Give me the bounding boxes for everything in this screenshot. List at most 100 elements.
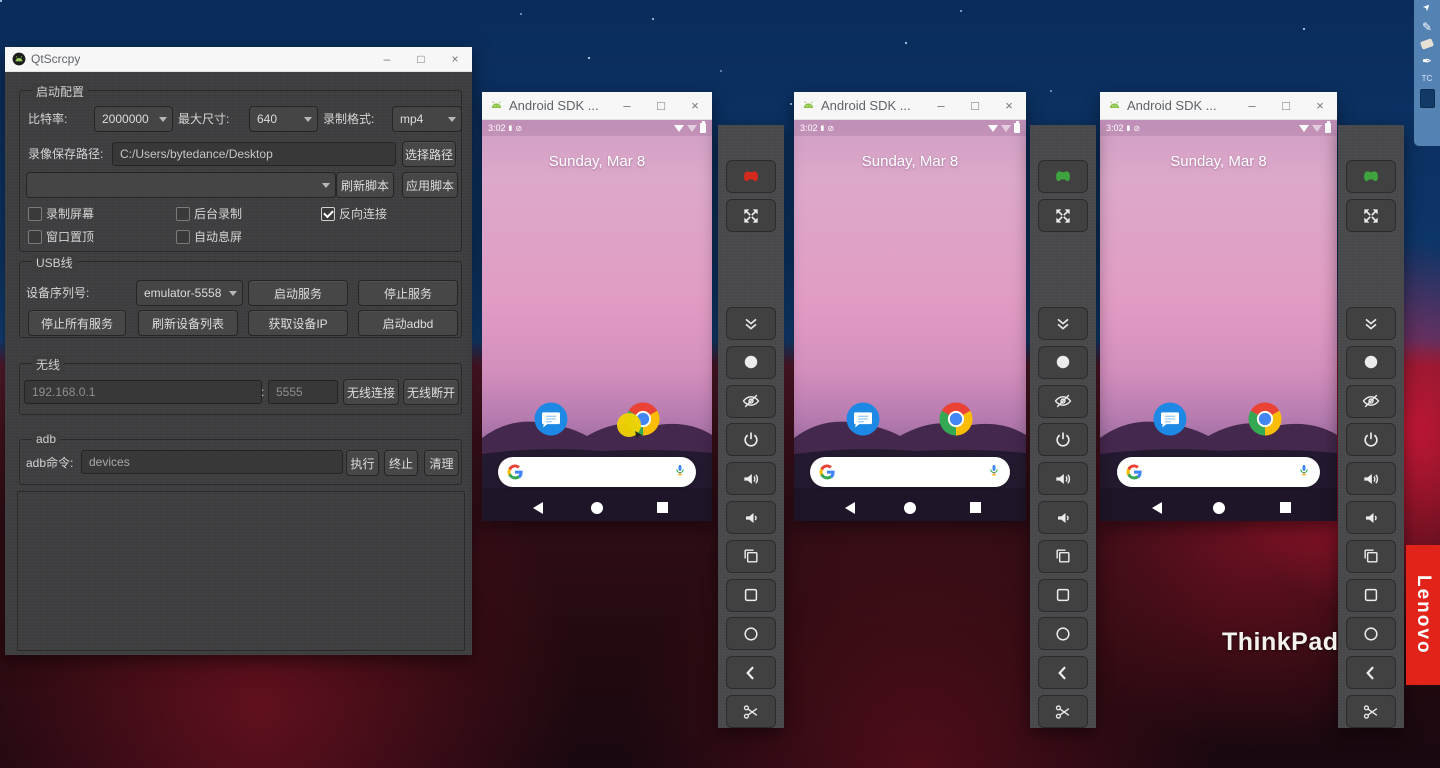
- mic-icon[interactable]: [987, 463, 1001, 482]
- recents-nav-icon[interactable]: [1280, 502, 1291, 513]
- wireless-connect-button[interactable]: 无线连接: [343, 379, 399, 405]
- volume-down-icon[interactable]: [1346, 501, 1396, 534]
- google-search-bar[interactable]: [810, 457, 1010, 487]
- touch-icon[interactable]: [1038, 346, 1088, 379]
- stop-service-button[interactable]: 停止服务: [358, 280, 458, 306]
- cursor-icon[interactable]: ➤: [1419, 0, 1434, 15]
- gamepad-icon[interactable]: [1038, 160, 1088, 193]
- screen-rect-icon[interactable]: [1420, 89, 1435, 108]
- chrome-app-icon[interactable]: [1247, 401, 1283, 437]
- google-search-bar[interactable]: [498, 457, 696, 487]
- close-button[interactable]: ×: [678, 98, 712, 113]
- back-nav-icon[interactable]: [1152, 502, 1162, 514]
- record-path-input[interactable]: C:/Users/bytedance/Desktop: [112, 142, 396, 166]
- screen-off-icon[interactable]: [1038, 385, 1088, 418]
- adb-command-input[interactable]: devices: [81, 450, 343, 474]
- touch-icon[interactable]: [726, 346, 776, 379]
- emulator-titlebar[interactable]: Android SDK ... – □ ×: [794, 92, 1026, 120]
- maximize-button[interactable]: □: [644, 98, 678, 113]
- recents-nav-icon[interactable]: [657, 502, 668, 513]
- fullscreen-icon[interactable]: [1346, 199, 1396, 232]
- bitrate-combo[interactable]: 2000000: [94, 106, 173, 132]
- touch-icon[interactable]: [1346, 346, 1396, 379]
- volume-up-icon[interactable]: [1038, 462, 1088, 495]
- adb-clear-button[interactable]: 清理: [424, 450, 459, 476]
- get-device-ip-button[interactable]: 获取设备IP: [248, 310, 348, 336]
- minimize-button[interactable]: –: [610, 98, 644, 113]
- app-switch-icon[interactable]: [726, 540, 776, 573]
- pencil-icon[interactable]: ✎: [1422, 20, 1432, 34]
- emulator-titlebar[interactable]: Android SDK ... – □ ×: [482, 92, 712, 120]
- volume-up-icon[interactable]: [1346, 462, 1396, 495]
- minimize-button[interactable]: –: [370, 52, 404, 66]
- marker-icon[interactable]: ✒: [1422, 54, 1432, 68]
- home-circle-icon[interactable]: [726, 617, 776, 650]
- square-button-icon[interactable]: [1038, 579, 1088, 612]
- back-icon[interactable]: [1038, 656, 1088, 689]
- record-screen-checkbox[interactable]: [28, 207, 42, 221]
- eraser-icon[interactable]: [1420, 38, 1434, 50]
- serial-combo[interactable]: emulator-5558: [136, 280, 243, 306]
- max-size-combo[interactable]: 640: [249, 106, 318, 132]
- close-button[interactable]: ×: [992, 98, 1026, 113]
- volume-up-icon[interactable]: [726, 462, 776, 495]
- wireless-port-input[interactable]: 5555: [268, 380, 338, 404]
- screen-off-icon[interactable]: [1346, 385, 1396, 418]
- adb-terminate-button[interactable]: 终止: [384, 450, 418, 476]
- messages-app-icon[interactable]: [1152, 401, 1188, 437]
- home-nav-icon[interactable]: [591, 502, 603, 514]
- back-icon[interactable]: [726, 656, 776, 689]
- record-format-combo[interactable]: mp4: [392, 106, 462, 132]
- maximize-button[interactable]: □: [958, 98, 992, 113]
- gamepad-icon[interactable]: [1346, 160, 1396, 193]
- expand-notification-icon[interactable]: [1346, 307, 1396, 340]
- window-on-top-checkbox[interactable]: [28, 230, 42, 244]
- phone-screen[interactable]: 3:02 ▮ ⊘ Sunday, Mar 8: [1100, 120, 1337, 521]
- messages-app-icon[interactable]: [845, 401, 881, 437]
- power-icon[interactable]: [1346, 423, 1396, 456]
- screen-off-icon[interactable]: [726, 385, 776, 418]
- choose-path-button[interactable]: 选择路径: [402, 141, 456, 167]
- power-icon[interactable]: [1038, 423, 1088, 456]
- auto-screen-off-checkbox[interactable]: [176, 230, 190, 244]
- screenshot-icon[interactable]: [726, 695, 776, 728]
- back-icon[interactable]: [1346, 656, 1396, 689]
- close-button[interactable]: ×: [1303, 98, 1337, 113]
- phone-screen[interactable]: 3:02 ▮ ⊘ Sunday, Mar 8: [482, 120, 712, 521]
- minimize-button[interactable]: –: [924, 98, 958, 113]
- refresh-device-list-button[interactable]: 刷新设备列表: [138, 310, 238, 336]
- stop-all-services-button[interactable]: 停止所有服务: [28, 310, 126, 336]
- app-switch-icon[interactable]: [1038, 540, 1088, 573]
- phone-screen[interactable]: 3:02 ▮ ⊘ Sunday, Mar 8: [794, 120, 1026, 521]
- messages-app-icon[interactable]: [533, 401, 569, 437]
- back-nav-icon[interactable]: [533, 502, 543, 514]
- emulator-titlebar[interactable]: Android SDK ... – □ ×: [1100, 92, 1337, 120]
- adb-execute-button[interactable]: 执行: [346, 450, 379, 476]
- power-icon[interactable]: [726, 423, 776, 456]
- volume-down-icon[interactable]: [726, 501, 776, 534]
- square-button-icon[interactable]: [1346, 579, 1396, 612]
- close-button[interactable]: ×: [438, 52, 472, 66]
- recents-nav-icon[interactable]: [970, 502, 981, 513]
- fullscreen-icon[interactable]: [726, 199, 776, 232]
- volume-down-icon[interactable]: [1038, 501, 1088, 534]
- maximize-button[interactable]: □: [1269, 98, 1303, 113]
- adb-output-area[interactable]: [17, 491, 465, 651]
- square-button-icon[interactable]: [726, 579, 776, 612]
- gamepad-icon[interactable]: [726, 160, 776, 193]
- home-circle-icon[interactable]: [1038, 617, 1088, 650]
- refresh-script-button[interactable]: 刷新脚本: [336, 172, 394, 198]
- screenshot-icon[interactable]: [1038, 695, 1088, 728]
- chrome-app-icon[interactable]: [938, 401, 974, 437]
- home-circle-icon[interactable]: [1346, 617, 1396, 650]
- apply-script-button[interactable]: 应用脚本: [402, 172, 458, 198]
- mic-icon[interactable]: [1297, 463, 1311, 482]
- screenshot-icon[interactable]: [1346, 695, 1396, 728]
- minimize-button[interactable]: –: [1235, 98, 1269, 113]
- google-search-bar[interactable]: [1117, 457, 1321, 487]
- expand-notification-icon[interactable]: [726, 307, 776, 340]
- background-record-checkbox[interactable]: [176, 207, 190, 221]
- start-service-button[interactable]: 启动服务: [248, 280, 348, 306]
- home-nav-icon[interactable]: [1213, 502, 1225, 514]
- start-adbd-button[interactable]: 启动adbd: [358, 310, 458, 336]
